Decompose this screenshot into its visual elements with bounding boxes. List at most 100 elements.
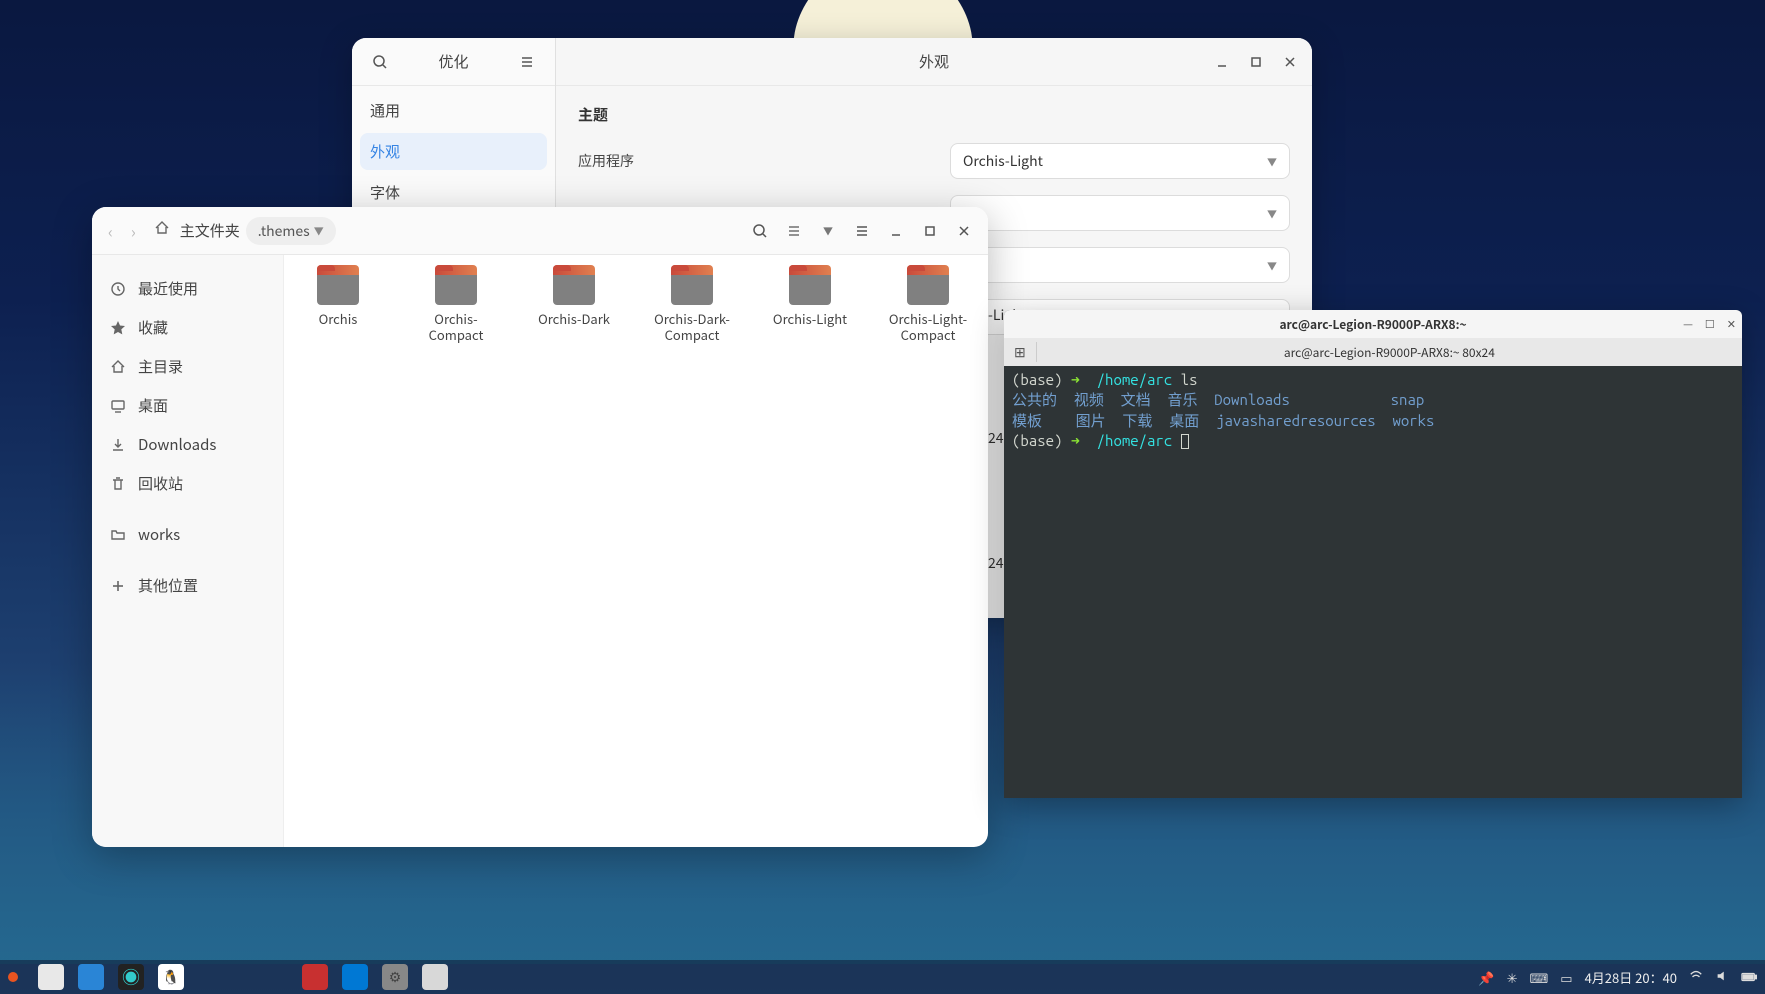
chevron-down-icon: ▼ <box>314 223 324 238</box>
view-list-icon[interactable] <box>780 217 808 245</box>
taskbar-apps: ◉ 🐧 ⚙ <box>8 964 448 990</box>
minimize-button[interactable] <box>1208 48 1236 76</box>
folder-item[interactable]: Orchis-Dark-Compact <box>648 271 736 344</box>
sidebar-item-label: works <box>138 524 180 545</box>
folder-label: Orchis-Compact <box>412 311 500 344</box>
terminal-line: (base) ➜ /home/arc <box>1012 431 1734 451</box>
terminal-cursor <box>1181 434 1189 449</box>
folder-item[interactable]: Orchis-Compact <box>412 271 500 344</box>
new-tab-button[interactable]: ⊞ <box>1004 342 1037 362</box>
tray-battery-small-icon[interactable]: ▭ <box>1560 968 1572 987</box>
forward-button[interactable]: › <box>125 219 142 243</box>
sidebar-item-label: 回收站 <box>138 473 183 494</box>
taskbar-app-vscode[interactable] <box>342 964 368 990</box>
sidebar-item-label: Downloads <box>138 434 216 455</box>
folder-item[interactable]: Orchis-Light-Compact <box>884 271 972 344</box>
tweaks-main-title: 外观 <box>919 51 949 72</box>
sidebar-item-starred[interactable]: 收藏 <box>102 308 273 347</box>
nav-general[interactable]: 通用 <box>352 90 555 131</box>
folder-label: Orchis-Dark <box>538 311 610 327</box>
taskbar-app-qq[interactable]: 🐧 <box>158 964 184 990</box>
folder-item[interactable]: Orchis-Light <box>766 271 854 344</box>
terminal-title: arc@arc-Legion-R9000P-ARX8:~ <box>1279 316 1466 333</box>
breadcrumb-home[interactable]: 主文件夹 <box>180 220 240 241</box>
path-chip-themes[interactable]: .themes ▼ <box>246 217 336 245</box>
apps-menu-icon[interactable] <box>8 972 18 982</box>
view-dropdown-icon[interactable]: ▼ <box>814 217 842 245</box>
sidebar-item-label: 最近使用 <box>138 278 198 299</box>
terminal-line: 模板 图片 下载 桌面 javasharedresources works <box>1012 411 1734 431</box>
folder-icon <box>907 271 949 305</box>
taskbar-datetime[interactable]: 4月28日 20：40 <box>1585 968 1677 987</box>
tray-vpn-icon[interactable]: ✳ <box>1507 968 1518 987</box>
tray-pin-icon[interactable]: 📌 <box>1478 968 1494 987</box>
search-icon[interactable] <box>746 217 774 245</box>
maximize-button[interactable] <box>1242 48 1270 76</box>
tweaks-app-title: 优化 <box>438 51 468 72</box>
sidebar-item-desktop[interactable]: 桌面 <box>102 386 273 425</box>
folder-icon <box>435 271 477 305</box>
maximize-button[interactable]: ☐ <box>1705 316 1715 332</box>
battery-icon[interactable] <box>1741 968 1757 987</box>
sidebar-item-home[interactable]: 主目录 <box>102 347 273 386</box>
taskbar-app-switch[interactable] <box>422 964 448 990</box>
files-sidebar: 最近使用 收藏 主目录 桌面 Downloads 回收站 <box>92 255 284 847</box>
chevron-down-icon: ▼ <box>1267 154 1277 169</box>
folder-icon <box>789 271 831 305</box>
minimize-button[interactable]: — <box>1683 316 1693 332</box>
sidebar-item-recent[interactable]: 最近使用 <box>102 269 273 308</box>
terminal-body[interactable]: (base) ➜ /home/arc ls公共的 视频 文档 音乐 Downlo… <box>1004 366 1742 798</box>
terminal-titlebar[interactable]: arc@arc-Legion-R9000P-ARX8:~ — ☐ ✕ <box>1004 310 1742 338</box>
tweaks-nav: 通用 外观 字体 <box>352 86 555 213</box>
chevron-down-icon: ▼ <box>1267 206 1277 221</box>
sidebar-item-downloads[interactable]: Downloads <box>102 425 273 464</box>
sidebar-item-works[interactable]: works <box>102 515 273 554</box>
dropdown-hidden-1[interactable]: ▼ <box>950 195 1290 231</box>
taskbar-app-text-editor[interactable] <box>78 964 104 990</box>
sidebar-item-label: 主目录 <box>138 356 183 377</box>
terminal-window: arc@arc-Legion-R9000P-ARX8:~ — ☐ ✕ ⊞ arc… <box>1004 310 1742 798</box>
files-window: ‹ › 主文件夹 .themes ▼ ▼ <box>92 207 988 847</box>
section-theme-title: 主题 <box>578 104 1290 125</box>
taskbar-app-settings[interactable]: ⚙ <box>382 964 408 990</box>
files-content[interactable]: Orchis Orchis-Compact Orchis-Dark Orchis-Da… <box>284 255 988 847</box>
back-button[interactable]: ‹ <box>102 219 119 243</box>
network-icon[interactable] <box>1689 968 1703 987</box>
folder-icon <box>553 271 595 305</box>
taskbar: ◉ 🐧 ⚙ 📌 ✳ ⌨ ▭ 4月28日 20：40 <box>0 960 1765 994</box>
folder-label: Orchis-Light-Compact <box>884 311 972 344</box>
close-button[interactable] <box>1276 48 1304 76</box>
folder-item[interactable]: Orchis <box>294 271 382 344</box>
row-applications: 应用程序 Orchis-Light ▼ <box>578 135 1290 187</box>
dropdown-value: Orchis-Light <box>963 151 1043 171</box>
sidebar-item-label: 桌面 <box>138 395 168 416</box>
terminal-tab[interactable]: arc@arc-Legion-R9000P-ARX8:~ 80x24 <box>1037 338 1742 367</box>
close-button[interactable] <box>950 217 978 245</box>
folder-icon <box>671 271 713 305</box>
nav-appearance[interactable]: 外观 <box>360 133 547 170</box>
terminal-line: 公共的 视频 文档 音乐 Downloads snap <box>1012 390 1734 410</box>
hamburger-icon[interactable] <box>513 48 541 76</box>
dropdown-hidden-2[interactable]: ▼ <box>950 247 1290 283</box>
tray-keyboard-icon[interactable]: ⌨ <box>1530 968 1549 987</box>
taskbar-app-recorder[interactable] <box>302 964 328 990</box>
taskbar-right: 📌 ✳ ⌨ ▭ 4月28日 20：40 <box>1478 968 1757 987</box>
folder-label: Orchis-Dark-Compact <box>648 311 736 344</box>
taskbar-app-edge[interactable]: ◉ <box>118 964 144 990</box>
volume-icon[interactable] <box>1715 968 1729 987</box>
close-button[interactable]: ✕ <box>1727 316 1736 332</box>
search-icon[interactable] <box>366 48 394 76</box>
tweaks-main-header: 外观 <box>556 38 1312 86</box>
sidebar-item-other[interactable]: 其他位置 <box>102 566 273 605</box>
hamburger-icon[interactable] <box>848 217 876 245</box>
path-chip-label: .themes <box>258 221 310 241</box>
taskbar-app-files[interactable] <box>38 964 64 990</box>
minimize-button[interactable] <box>882 217 910 245</box>
sidebar-item-label: 其他位置 <box>138 575 198 596</box>
sidebar-item-trash[interactable]: 回收站 <box>102 464 273 503</box>
home-icon[interactable] <box>154 220 170 241</box>
folder-item[interactable]: Orchis-Dark <box>530 271 618 344</box>
maximize-button[interactable] <box>916 217 944 245</box>
tweaks-sidebar-header: 优化 <box>352 38 555 86</box>
dropdown-applications[interactable]: Orchis-Light ▼ <box>950 143 1290 179</box>
